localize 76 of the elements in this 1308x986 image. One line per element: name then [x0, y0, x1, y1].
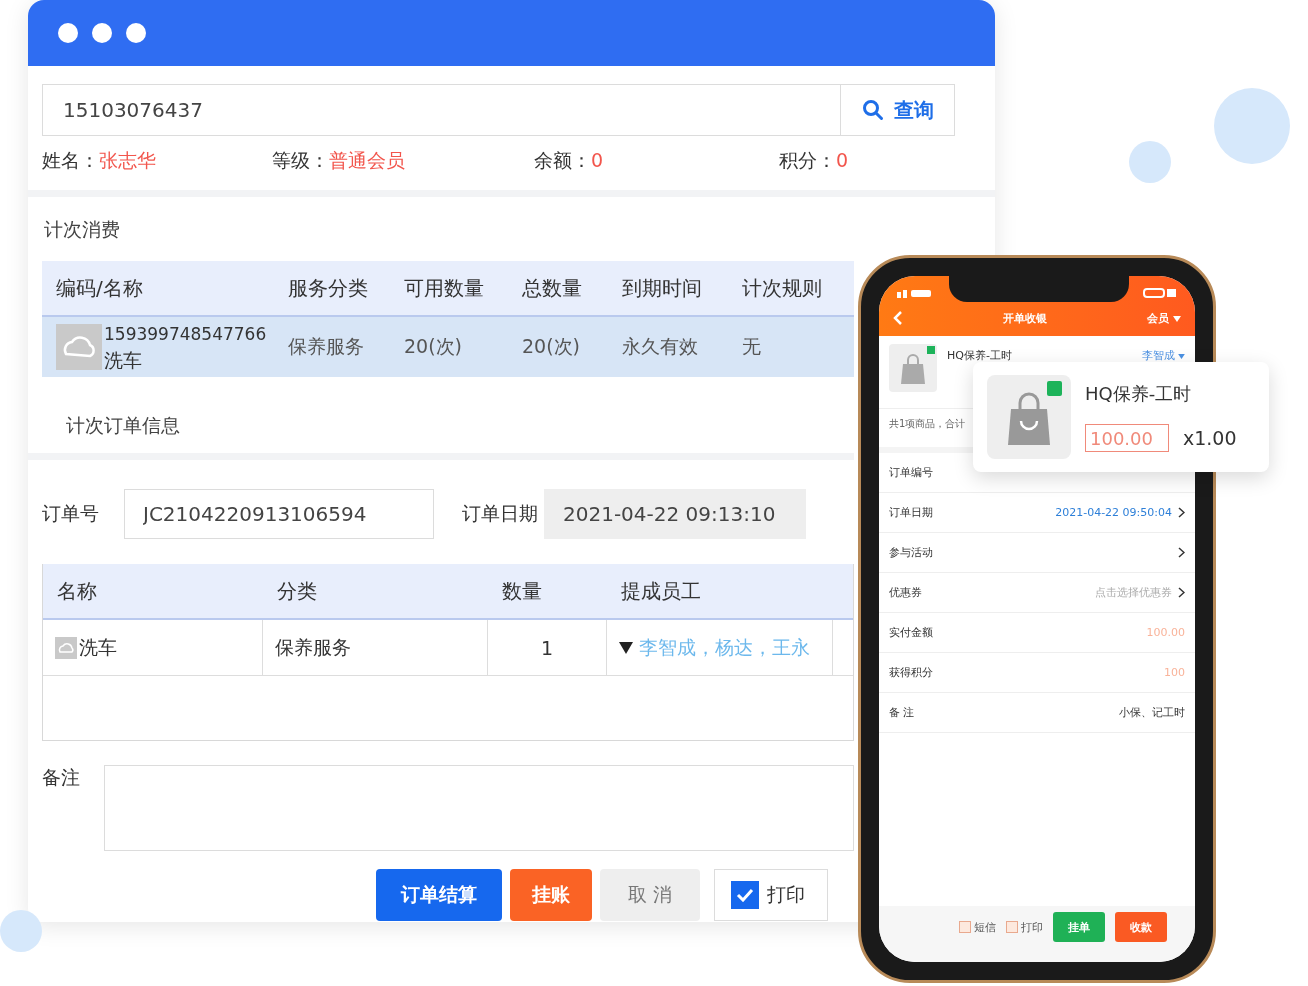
column-header: 提成员工	[621, 577, 702, 605]
column-header: 可用数量	[404, 274, 485, 302]
search-field[interactable]: 15103076437	[42, 84, 840, 136]
section-title: 计次消费	[44, 217, 121, 242]
chevron-right-icon	[1178, 547, 1185, 558]
dropdown-caret-icon[interactable]	[619, 641, 633, 654]
checkmark-icon	[736, 888, 754, 902]
window-dot[interactable]	[92, 23, 112, 43]
product-name: HQ保养-工时	[1085, 382, 1193, 406]
checkbox[interactable]	[1006, 921, 1018, 933]
back-icon[interactable]	[893, 310, 903, 326]
column-header: 服务分类	[288, 274, 369, 302]
info-label: 姓名：	[42, 149, 99, 171]
item-name: 洗车	[104, 348, 143, 373]
screen-title: 开单收银	[1003, 310, 1048, 326]
image-placeholder-icon	[55, 636, 77, 659]
checkbox[interactable]	[959, 921, 971, 933]
section-title: 计次订单信息	[66, 413, 181, 438]
caret-icon[interactable]	[1173, 315, 1181, 322]
decorative-circle	[0, 910, 42, 952]
field-label: 备注	[42, 765, 81, 790]
table-cell: 1	[540, 636, 554, 659]
action-button[interactable]: 订单结算	[376, 869, 502, 921]
window-dot[interactable]	[126, 23, 146, 43]
chevron-right-icon	[1178, 587, 1185, 598]
order-date-field[interactable]: 2021-04-22 09:13:10	[544, 489, 806, 539]
chevron-right-icon	[1178, 507, 1185, 518]
info-label: 积分：	[779, 149, 836, 171]
info-label: 余额：	[534, 149, 591, 171]
table-cell-text: 保养服务	[288, 334, 365, 359]
remark-field[interactable]	[104, 765, 854, 851]
column-header: 编码/名称	[56, 274, 144, 302]
caret-icon[interactable]	[1178, 354, 1185, 359]
form-row[interactable]: 参与活动	[879, 533, 1195, 573]
info-label: 等级：	[272, 149, 329, 171]
form-row[interactable]: 备 注 小保、记工时	[879, 693, 1195, 733]
table-cell-text: 洗车	[79, 634, 117, 660]
form-row[interactable]: 实付金额 100.00	[879, 613, 1195, 653]
table-cell-text: 20(次)	[522, 334, 581, 359]
column-header: 到期时间	[622, 274, 703, 302]
shopping-bag-icon	[889, 344, 937, 392]
staff-dropdown[interactable]: 李智成	[1141, 348, 1185, 363]
shopping-bag-icon	[987, 375, 1071, 459]
sms-print-checkbox[interactable]: 短信	[959, 919, 996, 935]
product-name: HQ保养-工时	[947, 348, 1013, 363]
action-button[interactable]: 取 消	[600, 869, 700, 921]
info-value: 普通会员	[329, 149, 405, 171]
field-label: 订单日期	[462, 501, 539, 526]
form-row[interactable]: 获得积分 100	[879, 653, 1195, 693]
item-code: 159399748547766	[104, 323, 267, 346]
info-value: 0	[591, 149, 604, 171]
table-cell-text: 无	[742, 334, 762, 359]
battery-icon	[1143, 288, 1177, 298]
form-row[interactable]: 优惠券 点击选择优惠券	[879, 573, 1195, 613]
table-cell-text: 永久有效	[622, 334, 699, 359]
search-button[interactable]: 查询	[840, 84, 955, 136]
decorative-circle	[1129, 141, 1171, 183]
table-cell-text: 20(次)	[404, 334, 463, 359]
image-placeholder-icon	[56, 324, 102, 370]
field-label: 订单号	[42, 501, 100, 526]
column-header: 计次规则	[742, 274, 823, 302]
sms-print-checkbox[interactable]: 打印	[1006, 919, 1043, 935]
column-header: 数量	[502, 577, 543, 605]
checkbox[interactable]	[731, 881, 759, 909]
info-value: 0	[836, 149, 849, 171]
table-row[interactable]: 159399748547766 洗车 保养服务 20(次) 20(次) 永久有效 无	[42, 317, 854, 377]
column-header: 名称	[57, 577, 98, 605]
column-header: 分类	[277, 577, 318, 605]
print-checkbox[interactable]: 打印	[714, 869, 828, 921]
column-header: 总数量	[522, 274, 583, 302]
form-row[interactable]: 订单日期 2021-04-22 09:50:04	[879, 493, 1195, 533]
info-value: 张志华	[99, 149, 156, 171]
signal-icon	[897, 288, 933, 298]
window-dot[interactable]	[58, 23, 78, 43]
search-icon	[861, 99, 884, 121]
table-cell-text: 保养服务	[275, 634, 351, 660]
